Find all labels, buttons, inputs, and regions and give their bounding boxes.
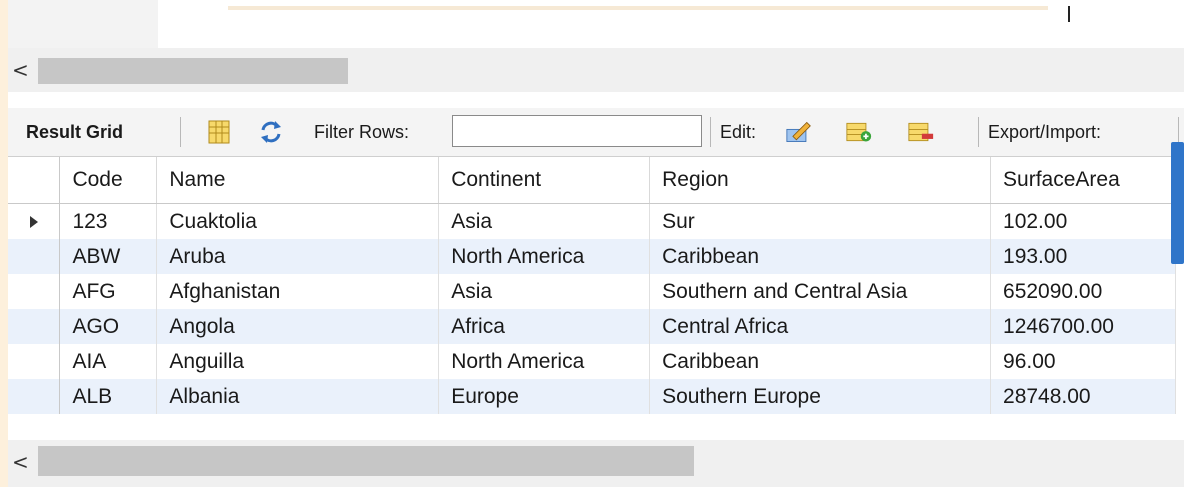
table-cell[interactable]: Afghanistan xyxy=(156,274,440,309)
row-selector[interactable] xyxy=(8,239,61,274)
table-cell[interactable]: ALB xyxy=(59,379,158,414)
table-cell[interactable]: 123 xyxy=(59,203,158,239)
column-header[interactable]: Name xyxy=(156,157,440,204)
column-header[interactable]: SurfaceArea xyxy=(990,157,1176,204)
export-import-label: Export/Import: xyxy=(988,121,1102,142)
table-cell[interactable]: Asia xyxy=(438,274,651,309)
table-row[interactable]: AFG Afghanistan Asia Southern and Centra… xyxy=(8,274,1176,309)
result-panel: < Result Grid Filter Rows: Edit: Export/… xyxy=(8,0,1184,487)
row-selector[interactable] xyxy=(8,309,61,344)
table-cell[interactable]: 1246700.00 xyxy=(990,309,1176,344)
form-editor-icon[interactable] xyxy=(206,119,232,145)
delete-row-icon[interactable] xyxy=(908,119,934,145)
table-cell[interactable]: Caribbean xyxy=(649,344,992,379)
table-cell[interactable]: AGO xyxy=(59,309,158,344)
toolbar-separator xyxy=(978,117,979,147)
scroll-left-icon[interactable]: < xyxy=(12,450,29,474)
scroll-thumb[interactable] xyxy=(38,446,694,476)
editor-gutter xyxy=(8,0,158,48)
table-cell[interactable]: Cuaktolia xyxy=(156,203,440,239)
toolbar-separator xyxy=(180,117,181,147)
header-row: Code Name Continent Region SurfaceArea xyxy=(8,157,1176,204)
table-cell[interactable]: ABW xyxy=(59,239,158,274)
filter-rows-label: Filter Rows: xyxy=(314,121,410,142)
table-cell[interactable]: AFG xyxy=(59,274,158,309)
result-toolbar: Result Grid Filter Rows: Edit: Export/Im… xyxy=(8,108,1184,157)
result-grid-label[interactable]: Result Grid xyxy=(26,108,123,156)
table-cell[interactable]: Asia xyxy=(438,203,651,239)
table-cell[interactable]: 96.00 xyxy=(990,344,1176,379)
table-row[interactable]: 123 Cuaktolia Asia Sur 102.00 xyxy=(8,203,1176,239)
text-cursor xyxy=(1068,6,1070,22)
scroll-thumb[interactable] xyxy=(38,58,348,84)
table-cell[interactable]: 193.00 xyxy=(990,239,1176,274)
table-cell[interactable]: Southern and Central Asia xyxy=(649,274,992,309)
table-row[interactable]: AGO Angola Africa Central Africa 1246700… xyxy=(8,309,1176,344)
row-header-corner[interactable] xyxy=(8,157,61,204)
table-cell[interactable]: Aruba xyxy=(156,239,440,274)
column-header[interactable]: Continent xyxy=(438,157,651,204)
table-cell[interactable]: Africa xyxy=(438,309,651,344)
row-selector[interactable] xyxy=(8,203,61,239)
sql-editor-area[interactable] xyxy=(8,0,1184,48)
table-row[interactable]: ABW Aruba North America Caribbean 193.00 xyxy=(8,239,1176,274)
table-row[interactable]: ALB Albania Europe Southern Europe 28748… xyxy=(8,379,1176,414)
column-header[interactable]: Region xyxy=(649,157,992,204)
table-cell[interactable]: Anguilla xyxy=(156,344,440,379)
table-cell[interactable]: Southern Europe xyxy=(649,379,992,414)
grid-horizontal-scrollbar[interactable]: < xyxy=(8,440,1184,487)
table-cell[interactable]: Europe xyxy=(438,379,651,414)
edit-label: Edit: xyxy=(720,121,757,142)
vertical-scrollbar-thumb[interactable] xyxy=(1171,142,1184,264)
column-header[interactable]: Code xyxy=(59,157,158,204)
table-cell[interactable]: North America xyxy=(438,344,651,379)
add-row-icon[interactable] xyxy=(846,119,872,145)
table-cell[interactable]: 28748.00 xyxy=(990,379,1176,414)
table-cell[interactable]: Albania xyxy=(156,379,440,414)
table-cell[interactable]: 652090.00 xyxy=(990,274,1176,309)
table-cell[interactable]: Angola xyxy=(156,309,440,344)
edit-cell-icon[interactable] xyxy=(786,119,812,145)
row-selector[interactable] xyxy=(8,344,61,379)
toolbar-separator xyxy=(710,117,711,147)
table-cell[interactable]: AIA xyxy=(59,344,158,379)
row-selector[interactable] xyxy=(8,274,61,309)
table-cell[interactable]: Sur xyxy=(649,203,992,239)
editor-text-fragment xyxy=(228,6,1048,10)
table-cell[interactable]: North America xyxy=(438,239,651,274)
editor-horizontal-scrollbar[interactable]: < xyxy=(8,48,1184,92)
table-cell[interactable]: Caribbean xyxy=(649,239,992,274)
result-grid[interactable]: Code Name Continent Region SurfaceArea 1… xyxy=(8,157,1176,440)
table-cell[interactable]: Central Africa xyxy=(649,309,992,344)
scroll-left-icon[interactable]: < xyxy=(12,58,29,82)
table-row[interactable]: AIA Anguilla North America Caribbean 96.… xyxy=(8,344,1176,379)
current-row-icon xyxy=(29,215,38,228)
row-selector[interactable] xyxy=(8,379,61,414)
refresh-icon[interactable] xyxy=(258,119,284,145)
filter-rows-input[interactable] xyxy=(452,115,702,147)
table-cell[interactable]: 102.00 xyxy=(990,203,1176,239)
